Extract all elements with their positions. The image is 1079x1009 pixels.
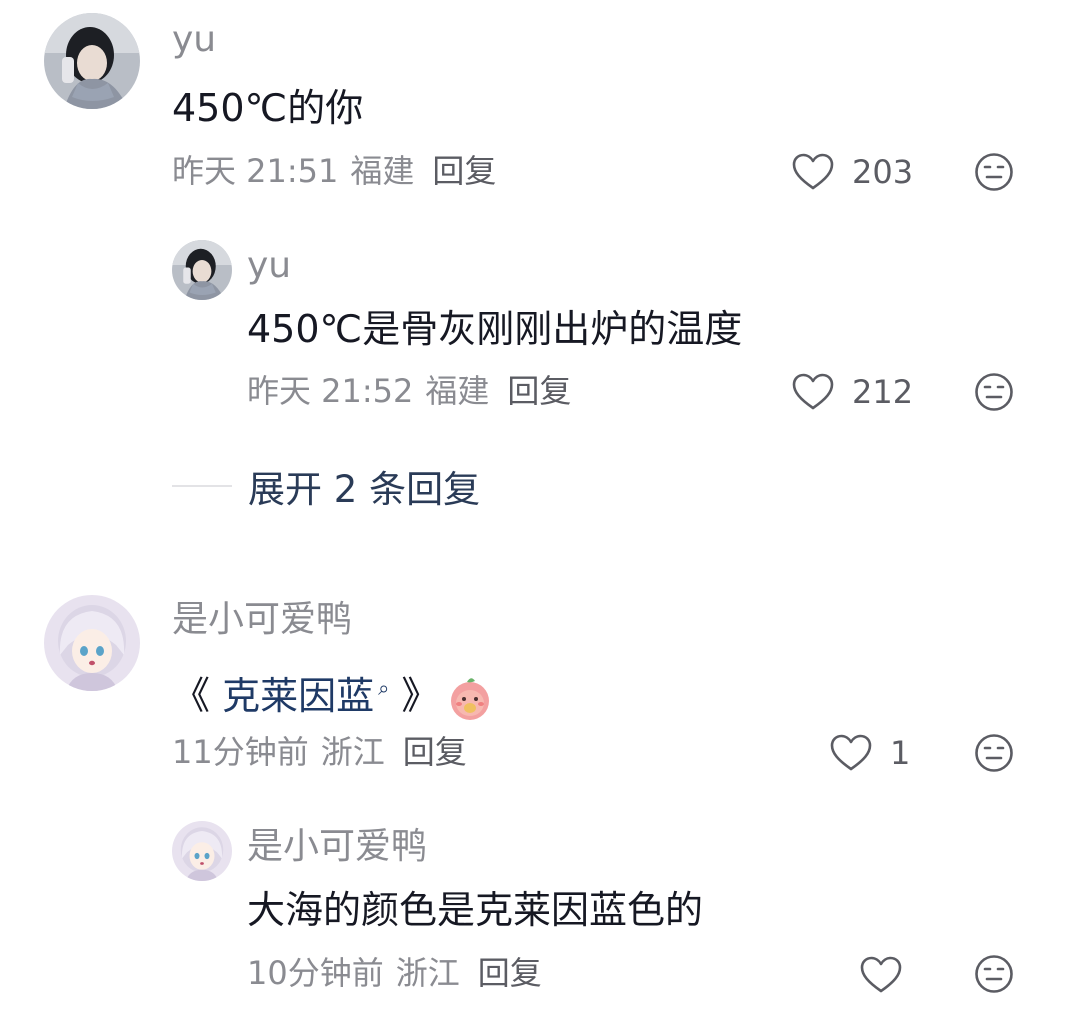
- avatar-image: [172, 240, 232, 300]
- heart-outline-icon: [860, 956, 902, 993]
- reply-time: 昨天 21:52: [247, 372, 414, 410]
- heart-outline-icon: [792, 153, 834, 190]
- comment-username[interactable]: 是小可爱鸭: [172, 598, 352, 642]
- comment-username[interactable]: yu: [172, 18, 216, 62]
- reply-username[interactable]: yu: [247, 244, 291, 288]
- meh-face-icon: [975, 153, 1013, 191]
- comment-meta: 11分钟前 浙江 回复: [172, 732, 467, 772]
- avatar-image: [172, 821, 232, 881]
- meh-face-icon: [975, 955, 1013, 993]
- reply-meta: 昨天 21:52 福建 回复: [247, 371, 571, 411]
- like-button[interactable]: 1: [830, 731, 910, 775]
- avatar[interactable]: [172, 821, 232, 881]
- reply-button[interactable]: 回复: [432, 152, 496, 190]
- like-button[interactable]: [860, 953, 902, 997]
- comment-location: 浙江: [320, 733, 385, 771]
- like-button[interactable]: 212: [792, 370, 913, 414]
- avatar[interactable]: [44, 595, 140, 691]
- search-link[interactable]: 克莱因蓝 ⌕: [222, 674, 389, 718]
- reply-location: 浙江: [395, 954, 460, 992]
- dislike-button[interactable]: [974, 733, 1014, 773]
- dislike-button[interactable]: [974, 372, 1014, 412]
- avatar[interactable]: [44, 13, 140, 109]
- comment-text: 《 克莱因蓝 ⌕ 》: [172, 664, 495, 723]
- comment-location: 福建: [350, 152, 415, 190]
- divider-line: [172, 485, 232, 487]
- comment-text: 450℃的你: [172, 86, 364, 130]
- dislike-button[interactable]: [974, 152, 1014, 192]
- reply-text: 450℃是骨灰刚刚出炉的温度: [247, 307, 743, 351]
- reply-button[interactable]: 回复: [403, 733, 467, 771]
- heart-outline-icon: [792, 373, 834, 410]
- like-count: 1: [890, 734, 911, 772]
- expand-replies-label: 展开 2 条回复: [248, 468, 481, 511]
- like-count: 203: [852, 153, 914, 191]
- bracket-open: 《: [172, 673, 211, 718]
- search-link-label: 克莱因蓝: [222, 673, 375, 718]
- reply-username[interactable]: 是小可爱鸭: [247, 825, 427, 869]
- comment-meta: 昨天 21:51 福建 回复: [172, 151, 496, 191]
- reply-location: 福建: [425, 372, 490, 410]
- avatar-image: [44, 13, 140, 109]
- avatar-image: [44, 595, 140, 691]
- reply-button[interactable]: 回复: [478, 954, 542, 992]
- bracket-close: 》: [401, 673, 440, 718]
- like-button[interactable]: 203: [792, 150, 913, 194]
- expand-replies-button[interactable]: 展开 2 条回复: [172, 462, 481, 511]
- heart-outline-icon: [830, 734, 872, 771]
- comment-time: 11分钟前: [172, 733, 309, 771]
- reply-text: 大海的颜色是克莱因蓝色的: [247, 888, 704, 932]
- peach-emoji-icon: [445, 673, 495, 723]
- reply-time: 10分钟前: [247, 954, 384, 992]
- meh-face-icon: [975, 373, 1013, 411]
- meh-face-icon: [975, 734, 1013, 772]
- search-icon: ⌕: [378, 676, 390, 700]
- dislike-button[interactable]: [974, 954, 1014, 994]
- avatar[interactable]: [172, 240, 232, 300]
- reply-meta: 10分钟前 浙江 回复: [247, 953, 542, 993]
- comment-time: 昨天 21:51: [172, 152, 339, 190]
- like-count: 212: [852, 373, 914, 411]
- reply-button[interactable]: 回复: [507, 372, 571, 410]
